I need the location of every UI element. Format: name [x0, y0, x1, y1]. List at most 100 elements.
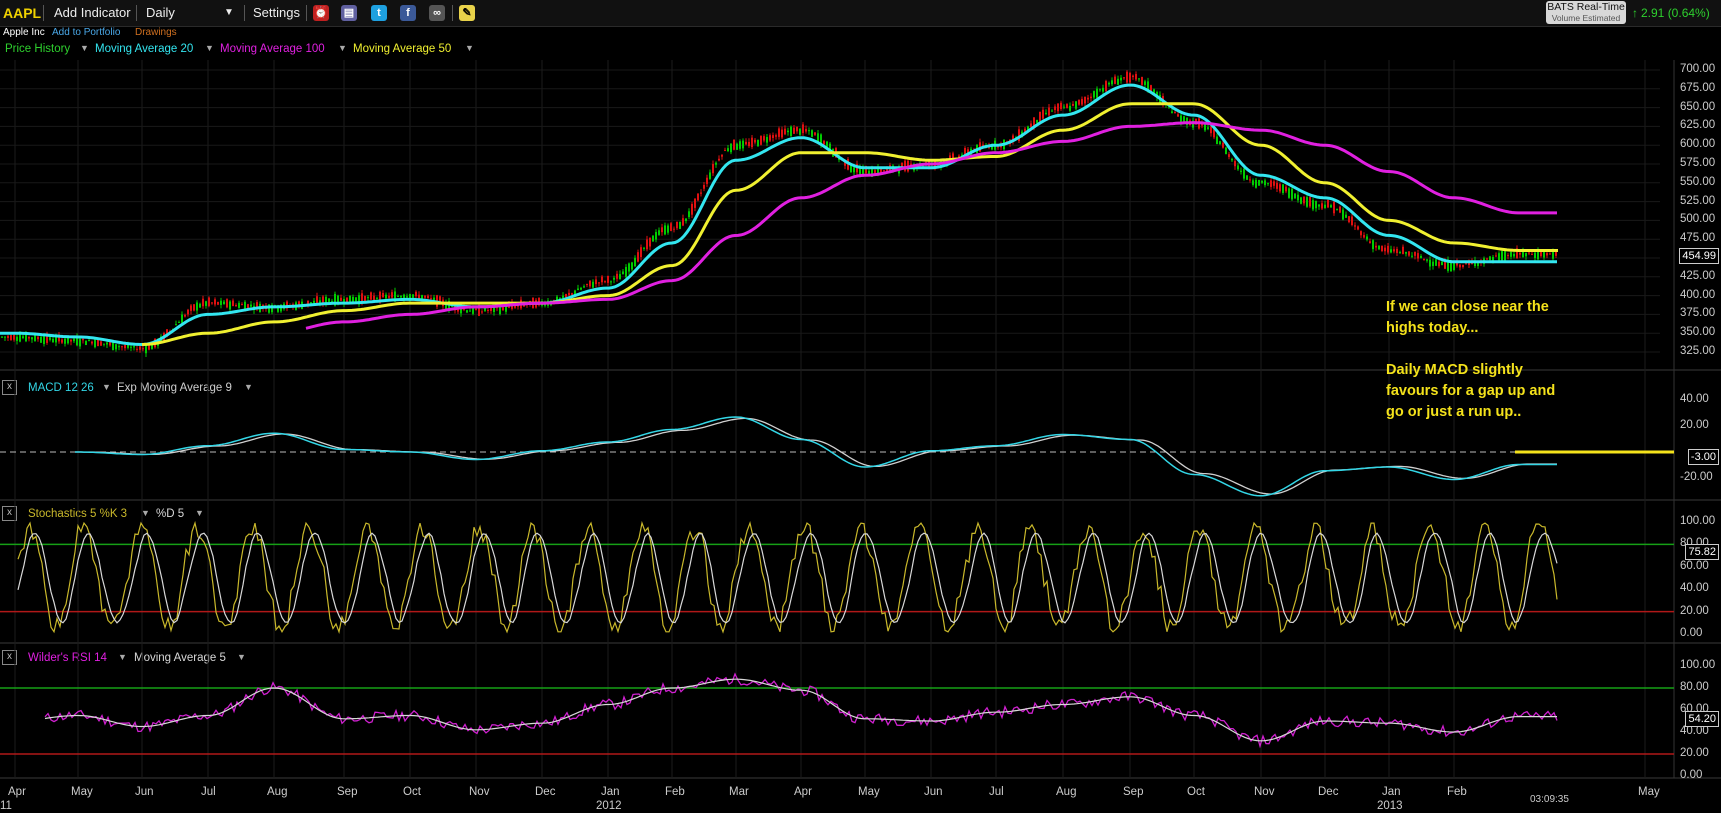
- interval-select[interactable]: Daily: [146, 5, 175, 20]
- candle-body: [868, 170, 870, 176]
- candle-body: [313, 300, 315, 304]
- chevron-down-icon[interactable]: ▼: [338, 43, 347, 53]
- annotation-note-1: If we can close near the highs today...: [1386, 297, 1549, 339]
- indicator-macd[interactable]: MACD 12 26: [28, 382, 94, 394]
- candle-body: [1360, 231, 1362, 236]
- year-label: 11: [0, 800, 12, 812]
- chevron-down-icon[interactable]: ▼: [80, 43, 89, 53]
- candle-body: [1372, 240, 1374, 250]
- indicator-ema9[interactable]: Exp Moving Average 9: [117, 382, 232, 394]
- close-panel-icon[interactable]: x: [2, 506, 17, 521]
- chevron-down-icon[interactable]: ▼: [141, 508, 150, 518]
- close-panel-icon[interactable]: x: [2, 650, 17, 665]
- chevron-down-icon[interactable]: ▼: [244, 382, 253, 392]
- note-icon[interactable]: ✎: [459, 5, 475, 21]
- candle-body: [568, 292, 570, 296]
- add-indicator-button[interactable]: Add Indicator: [54, 5, 131, 20]
- candle-body: [904, 160, 906, 171]
- ma20-line: [0, 83, 1557, 347]
- chevron-down-icon[interactable]: ▼: [195, 508, 204, 518]
- chevron-down-icon[interactable]: ▼: [205, 43, 214, 53]
- candle-body: [1057, 103, 1059, 112]
- drawings-link[interactable]: Drawings: [135, 27, 177, 38]
- candle-body: [997, 144, 999, 148]
- month-label: Oct: [1187, 786, 1205, 798]
- candle-body: [802, 124, 804, 134]
- candle-body: [622, 271, 624, 275]
- indicator-ma20[interactable]: Moving Average 20: [95, 43, 193, 55]
- candle-body: [1267, 183, 1269, 185]
- candle-body: [910, 163, 912, 167]
- candle-body: [1552, 249, 1554, 259]
- indicator-price-history[interactable]: Price History: [5, 43, 70, 55]
- candle-body: [1327, 200, 1329, 208]
- candle-body: [205, 301, 207, 306]
- chevron-down-icon[interactable]: ▼: [118, 652, 127, 662]
- candle-body: [445, 302, 447, 310]
- candle-body: [1492, 256, 1494, 261]
- candle-body: [451, 305, 453, 307]
- candle-body: [1531, 254, 1533, 256]
- candle-body: [871, 169, 873, 177]
- candle-body: [1510, 252, 1512, 257]
- candle-body: [1228, 154, 1230, 157]
- month-label: Feb: [1447, 786, 1467, 798]
- candle-body: [220, 300, 222, 305]
- candle-body: [1450, 260, 1452, 272]
- share-icon[interactable]: ∞: [429, 5, 445, 21]
- candle-body: [787, 130, 789, 133]
- candle-body: [1240, 170, 1242, 172]
- candle-body: [1525, 252, 1527, 257]
- candle-body: [121, 346, 123, 348]
- divider: [43, 5, 44, 21]
- close-panel-icon[interactable]: x: [2, 380, 17, 395]
- candle-body: [1249, 179, 1251, 181]
- candle-body: [433, 297, 435, 302]
- clock-time: 03:09:35: [1530, 794, 1569, 805]
- candle-body: [1144, 81, 1146, 85]
- toolbar: AAPL Add Indicator Daily ▼ Settings ⏰ ▤ …: [0, 0, 1721, 27]
- candle-body: [1315, 200, 1317, 209]
- chevron-down-icon[interactable]: ▼: [224, 7, 234, 18]
- candle-body: [100, 341, 102, 346]
- indicator-stoch-k[interactable]: Stochastics 5 %K 3: [28, 508, 127, 520]
- candle-body: [166, 329, 168, 337]
- candle-body: [1183, 116, 1185, 123]
- annotation-line: Daily MACD slightly: [1386, 362, 1523, 378]
- indicator-ma100[interactable]: Moving Average 100: [220, 43, 325, 55]
- settings-button[interactable]: Settings: [253, 5, 300, 20]
- price-tick-label: 400.00: [1680, 288, 1716, 301]
- candle-body: [64, 338, 66, 344]
- candle-body: [1480, 261, 1482, 263]
- symbol-input[interactable]: AAPL: [3, 5, 41, 21]
- candle-body: [754, 139, 756, 143]
- candle-body: [511, 302, 513, 309]
- facebook-icon[interactable]: f: [400, 5, 416, 21]
- add-portfolio-link[interactable]: Add to Portfolio: [52, 27, 120, 38]
- price-tick-label: 350.00: [1680, 326, 1716, 339]
- candle-body: [1060, 102, 1062, 109]
- indicator-ma50[interactable]: Moving Average 50: [353, 43, 451, 55]
- candle-body: [685, 218, 687, 221]
- chevron-down-icon[interactable]: ▼: [465, 43, 474, 53]
- chevron-down-icon[interactable]: ▼: [237, 652, 246, 662]
- candle-body: [745, 141, 747, 145]
- price-tick-label: 500.00: [1680, 213, 1716, 226]
- print-icon[interactable]: ▤: [341, 5, 357, 21]
- candle-body: [406, 296, 408, 298]
- candle-body: [52, 338, 54, 343]
- twitter-icon[interactable]: t: [371, 5, 387, 21]
- indicator-stoch-d[interactable]: %D 5: [156, 508, 184, 520]
- month-label: Sep: [1123, 786, 1144, 798]
- candle-body: [1147, 81, 1149, 90]
- chevron-down-icon[interactable]: ▼: [102, 382, 111, 392]
- indicator-rsi[interactable]: Wilder's RSI 14: [28, 652, 107, 664]
- stoch-k-line: [17, 520, 1558, 634]
- candle-body: [988, 145, 990, 148]
- candle-body: [643, 247, 645, 249]
- feed-title: BATS Real-Time: [1547, 1, 1625, 13]
- alarm-icon[interactable]: ⏰: [313, 5, 329, 21]
- candle-body: [946, 160, 948, 166]
- indicator-rsi-ma5[interactable]: Moving Average 5: [134, 652, 226, 664]
- candle-body: [124, 345, 126, 349]
